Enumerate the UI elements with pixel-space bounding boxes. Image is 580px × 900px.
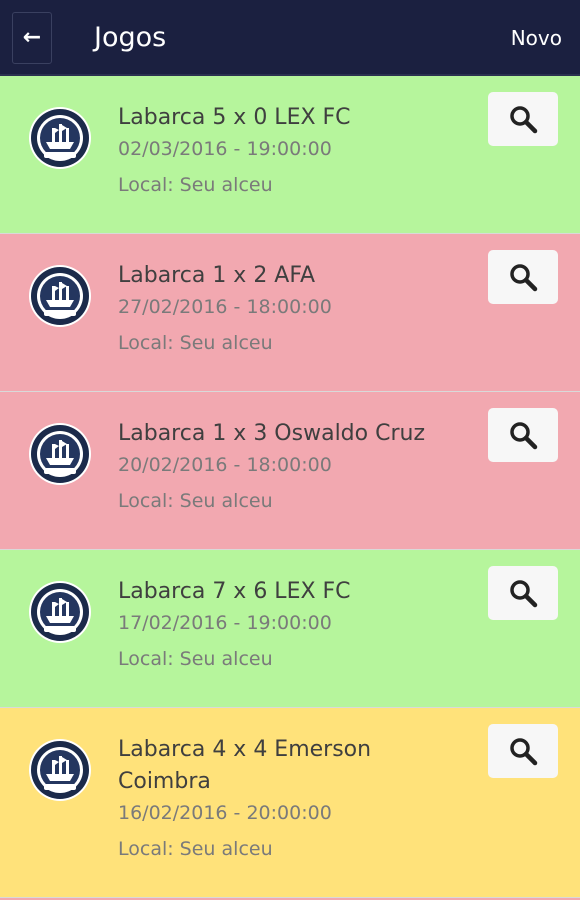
top-app-bar: ← Jogos Novo <box>0 0 580 76</box>
match-location: Local: Seu alceu <box>118 648 273 670</box>
team-logo <box>29 265 91 327</box>
search-icon <box>510 264 538 292</box>
search-icon <box>510 738 538 766</box>
match-datetime: 02/03/2016 - 19:00:00 <box>118 138 332 160</box>
team-logo <box>29 581 91 643</box>
team-logo <box>29 107 91 169</box>
games-list: Labarca 5 x 0 LEX FC 02/03/2016 - 19:00:… <box>0 76 580 900</box>
view-details-button[interactable] <box>488 566 558 620</box>
view-details-button[interactable] <box>488 724 558 778</box>
game-card[interactable]: Labarca 4 x 4 Emerson Coimbra 16/02/2016… <box>0 708 580 898</box>
game-info: Labarca 1 x 3 Oswaldo Cruz 20/02/2016 - … <box>118 418 458 516</box>
match-location: Local: Seu alceu <box>118 838 273 860</box>
match-datetime: 17/02/2016 - 19:00:00 <box>118 612 332 634</box>
game-card[interactable]: Labarca 5 x 0 LEX FC 02/03/2016 - 19:00:… <box>0 76 580 234</box>
team-logo <box>29 423 91 485</box>
team-logo <box>29 739 91 801</box>
search-icon <box>510 422 538 450</box>
back-button[interactable]: ← <box>12 12 52 64</box>
game-card[interactable]: Labarca 7 x 6 LEX FC 17/02/2016 - 19:00:… <box>0 550 580 708</box>
match-datetime: 16/02/2016 - 20:00:00 <box>118 802 332 824</box>
game-info: Labarca 5 x 0 LEX FC 02/03/2016 - 19:00:… <box>118 102 458 200</box>
game-card[interactable]: Labarca 1 x 3 Oswaldo Cruz 20/02/2016 - … <box>0 392 580 550</box>
game-info: Labarca 7 x 6 LEX FC 17/02/2016 - 19:00:… <box>118 576 458 674</box>
match-datetime: 20/02/2016 - 18:00:00 <box>118 454 332 476</box>
match-location: Local: Seu alceu <box>118 490 273 512</box>
game-info: Labarca 4 x 4 Emerson Coimbra 16/02/2016… <box>118 734 458 864</box>
match-score: Labarca 5 x 0 LEX FC <box>118 105 351 130</box>
page-title: Jogos <box>94 22 167 53</box>
view-details-button[interactable] <box>488 250 558 304</box>
match-score: Labarca 1 x 3 Oswaldo Cruz <box>118 421 425 446</box>
arrow-left-icon: ← <box>22 25 42 50</box>
match-location: Local: Seu alceu <box>118 332 273 354</box>
app-screen: ← Jogos Novo Labarca 5 x 0 LEX FC 02/03/… <box>0 0 580 900</box>
view-details-button[interactable] <box>488 408 558 462</box>
match-score: Labarca 1 x 2 AFA <box>118 263 316 288</box>
match-score: Labarca 4 x 4 Emerson Coimbra <box>118 737 372 794</box>
match-datetime: 27/02/2016 - 18:00:00 <box>118 296 332 318</box>
match-location: Local: Seu alceu <box>118 174 273 196</box>
game-card[interactable]: Labarca 1 x 2 AFA 27/02/2016 - 18:00:00 … <box>0 234 580 392</box>
new-game-button[interactable]: Novo <box>511 22 562 54</box>
match-score: Labarca 7 x 6 LEX FC <box>118 579 351 604</box>
view-details-button[interactable] <box>488 92 558 146</box>
game-info: Labarca 1 x 2 AFA 27/02/2016 - 18:00:00 … <box>118 260 458 358</box>
search-icon <box>510 106 538 134</box>
search-icon <box>510 580 538 608</box>
